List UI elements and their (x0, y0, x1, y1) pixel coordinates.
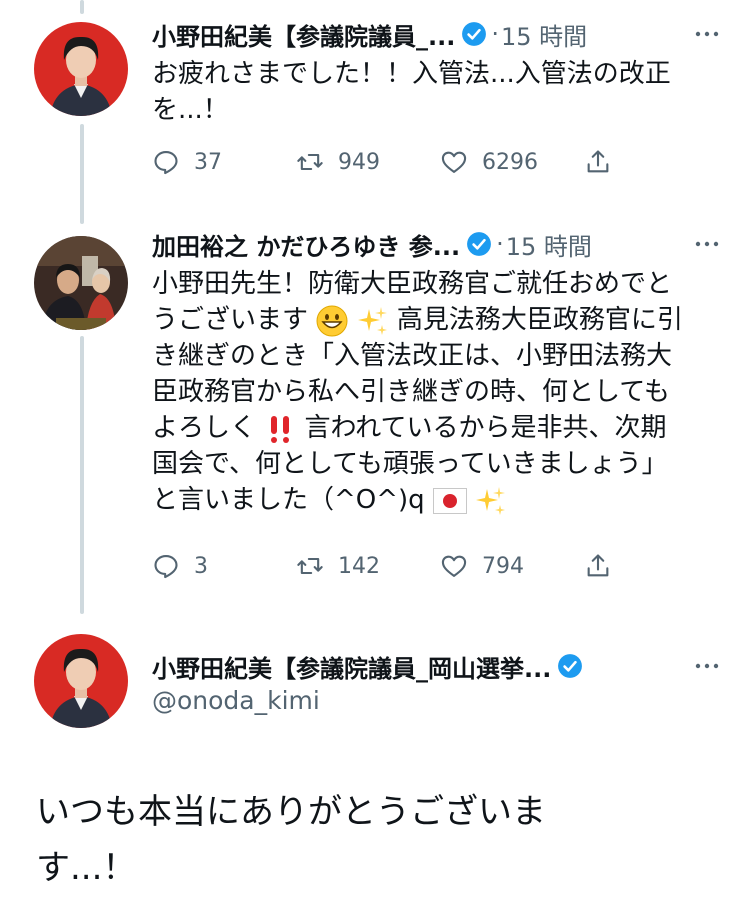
tweet-text-line: を...！ (152, 95, 229, 125)
like-icon (441, 151, 467, 173)
tweet-text-line: お疲れさまでした！！入管法...入管法の改正 (152, 59, 671, 89)
tweet-text-segment: 言われているから是非共、次期 (304, 413, 667, 443)
verified-badge-icon (467, 232, 491, 256)
focused-tweet-text: いつも本当にありがとうございま す...！ (36, 784, 726, 896)
tweet-text-line: いつも本当にありがとうございま (36, 792, 546, 832)
reply-button[interactable]: 3 (152, 546, 208, 586)
retweet-button[interactable]: 949 (296, 142, 380, 182)
more-icon[interactable] (692, 652, 722, 680)
display-name[interactable]: 小野田紀美【参議院議員_岡山選挙... (152, 649, 551, 684)
share-icon (587, 150, 609, 173)
tweet-text-line: す...！ (36, 848, 137, 888)
thread-connector-line (80, 0, 84, 14)
double-exclamation-emoji (271, 415, 290, 443)
like-button[interactable]: 794 (440, 546, 524, 586)
avatar[interactable] (34, 236, 128, 330)
avatar[interactable] (34, 634, 128, 728)
tweet-text-line: 国会で、何としても頑張っていきましょう」 (152, 449, 668, 479)
like-count: 794 (482, 553, 524, 579)
tweet-header: 加田裕之 かだひろゆき 参... · 15 時間 (152, 224, 722, 264)
like-button[interactable]: 6296 (440, 142, 538, 182)
timestamp[interactable]: 15 時間 (506, 227, 592, 262)
verified-badge-icon (558, 654, 583, 678)
like-count: 6296 (482, 149, 538, 175)
separator-dot: · (496, 230, 504, 258)
tweet-text-segment: よろしく (152, 413, 257, 443)
separator-dot: · (491, 20, 499, 48)
reply-count: 3 (194, 553, 208, 579)
grinning-emoji (316, 305, 348, 336)
tweet-text: 小野田先生！防衛大臣政務官ご就任おめでと うございます 高見法務大臣政務官に引 … (152, 266, 722, 518)
retweet-button[interactable]: 142 (296, 546, 380, 586)
tweet-text-segment: うございます (152, 305, 309, 335)
avatar[interactable] (34, 22, 128, 116)
sparkles-emoji (357, 306, 387, 335)
tweet-header: 小野田紀美【参議院議員_岡山選挙... (152, 646, 722, 686)
tweet-text-line: き継ぎのとき「入管法改正は、小野田法務大 (152, 341, 673, 371)
retweet-count: 142 (338, 553, 380, 579)
tweet-text-line: 臣政務官から私へ引き継ぎの時、何としても (152, 377, 670, 407)
user-handle[interactable]: @onoda_kimi (152, 686, 320, 715)
retweet-icon (297, 153, 323, 171)
tweet-text-line: と言いました（^O^)q (152, 482, 722, 518)
share-icon (587, 554, 609, 577)
tweet-text-line: 小野田先生！防衛大臣政務官ご就任おめでと (152, 269, 673, 299)
reply-button[interactable]: 37 (152, 142, 222, 182)
reply-count: 37 (194, 149, 222, 175)
tweet-text: お疲れさまでした！！入管法...入管法の改正 を...！ (152, 56, 722, 128)
reply-icon (154, 555, 178, 579)
thread-connector-line (80, 124, 84, 224)
tweet-actions: 3 142 794 (152, 546, 632, 586)
share-button[interactable] (584, 546, 626, 586)
verified-badge-icon (462, 22, 487, 46)
japan-flag-emoji (432, 487, 467, 514)
timestamp[interactable]: 15 時間 (501, 17, 587, 52)
tweet-header: 小野田紀美【参議院議員_... · 15 時間 (152, 14, 722, 54)
thread-connector-line (80, 336, 84, 614)
sparkles-emoji (476, 486, 506, 515)
more-icon[interactable] (692, 20, 722, 48)
like-icon (441, 555, 467, 577)
retweet-icon (297, 557, 323, 575)
tweet-text-line: うございます 高見法務大臣政務官に引 (152, 302, 722, 338)
retweet-count: 949 (338, 149, 380, 175)
display-name[interactable]: 小野田紀美【参議院議員_... (152, 17, 455, 52)
more-icon[interactable] (692, 230, 722, 258)
tweet-actions: 37 949 6296 (152, 142, 632, 182)
share-button[interactable] (584, 142, 626, 182)
tweet-text-segment: と言いました（^O^)q (152, 485, 425, 515)
display-name[interactable]: 加田裕之 かだひろゆき 参... (152, 227, 460, 262)
tweet-text-segment: 高見法務大臣政務官に引 (396, 305, 683, 335)
tweet-text-line: よろしく 言われているから是非共、次期 (152, 410, 722, 446)
reply-icon (154, 151, 178, 175)
